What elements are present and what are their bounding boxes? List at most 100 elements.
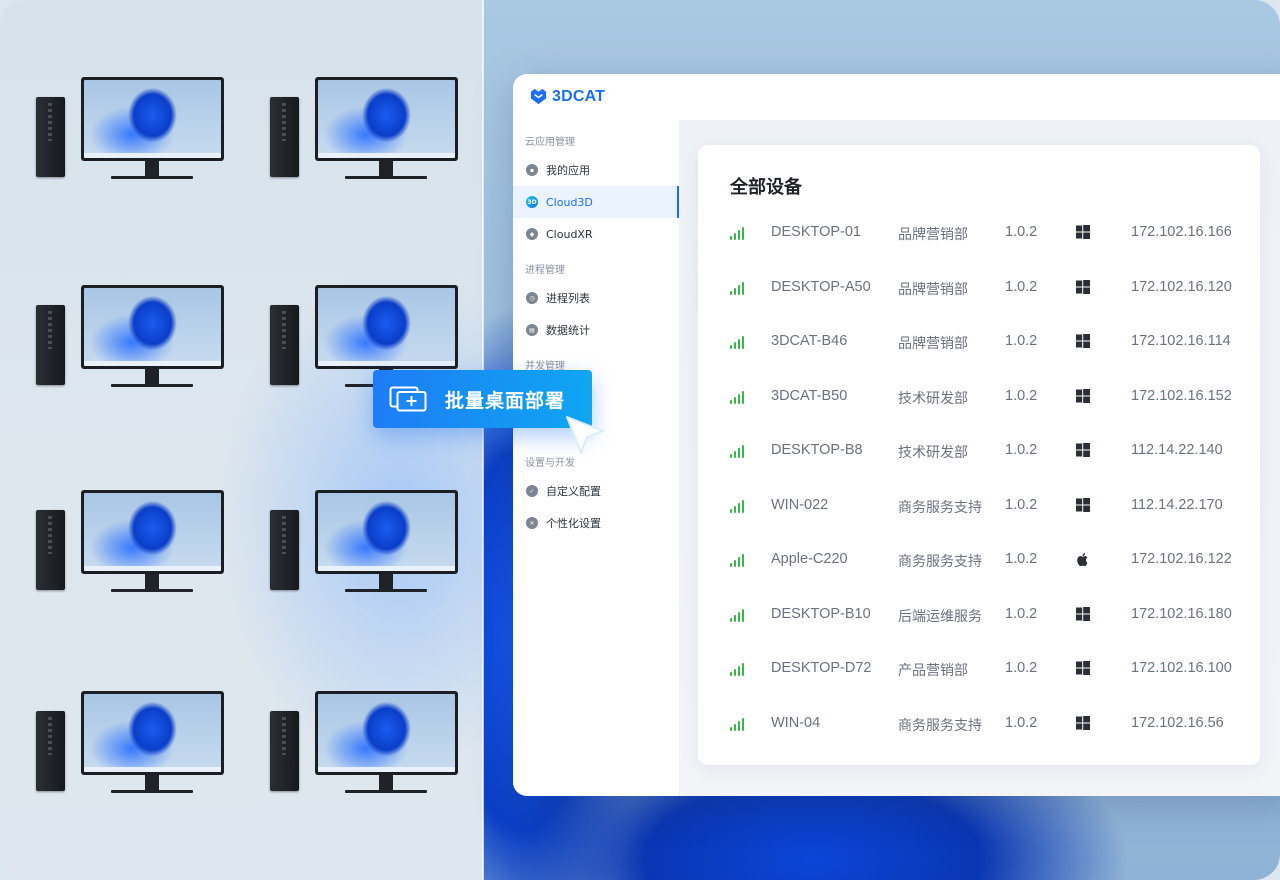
device-ip: 172.102.16.180 (1131, 605, 1232, 622)
device-ip: 112.14.22.140 (1131, 442, 1223, 458)
device-name: WIN-04 (771, 714, 821, 731)
windows-icon (1076, 606, 1090, 621)
pc-monitor (315, 77, 458, 161)
device-name: WIN-022 (771, 496, 829, 513)
pc-monitor (81, 77, 224, 161)
pc-screen (318, 80, 455, 158)
sidebar-item-statistics[interactable]: ▤ 数据统计 (513, 314, 679, 346)
pc-tower (36, 305, 65, 385)
sidebar-item-label: Cloud3D (546, 195, 593, 209)
apple-icon (1076, 552, 1090, 567)
pc-tower (36, 510, 65, 590)
signal-icon (730, 227, 744, 240)
pc-tower (270, 97, 299, 177)
sidebar-item-custom-config[interactable]: ✓ 自定义配置 (513, 475, 679, 507)
table-row[interactable]: DESKTOP-B10 后端运维服务 1.0.2 172.102.16.180 (698, 603, 1260, 627)
device-ip: 172.102.16.120 (1131, 278, 1232, 295)
device-name: 3DCAT-B50 (771, 387, 848, 404)
device-ip: 172.102.16.56 (1131, 714, 1224, 731)
device-ip: 172.102.16.122 (1131, 551, 1232, 567)
windows-icon (1076, 279, 1090, 294)
pc-monitor (315, 285, 458, 369)
grid-icon: ▪ (526, 164, 538, 176)
brand-logo[interactable]: 3DCAT (529, 87, 605, 106)
table-row[interactable]: WIN-04 商务服务支持 1.0.2 172.102.16.56 (698, 712, 1260, 736)
signal-icon (730, 445, 744, 458)
device-name: Apple-C220 (771, 551, 848, 567)
pc-monitor (315, 691, 458, 775)
sidebar-item-label: 我的应用 (546, 164, 590, 177)
monitor-stand (145, 369, 159, 385)
desktop-pc (36, 490, 236, 600)
device-department: 商务服务支持 (898, 717, 982, 734)
desktop-pc (270, 490, 470, 600)
sidebar-item-process-list[interactable]: ◷ 进程列表 (513, 282, 679, 314)
sidebar-item-cloud3d[interactable]: 3D Cloud3D (513, 186, 679, 218)
table-row[interactable]: 3DCAT-B50 技术研发部 1.0.2 172.102.16.152 (698, 385, 1260, 409)
pc-monitor (81, 691, 224, 775)
table-row[interactable]: DESKTOP-01 品牌营销部 1.0.2 172.102.16.166 (698, 221, 1260, 245)
sidebar-item-my-apps[interactable]: ▪ 我的应用 (513, 154, 679, 186)
table-row[interactable]: DESKTOP-A50 品牌营销部 1.0.2 172.102.16.120 (698, 276, 1260, 300)
desktop-fleet-panel (0, 0, 483, 880)
pc-tower (270, 305, 299, 385)
windows-icon (1076, 715, 1090, 730)
device-version: 1.0.2 (1005, 387, 1038, 404)
pc-screen (318, 288, 455, 366)
device-name: DESKTOP-D72 (771, 660, 872, 676)
monitor-stand-base (111, 384, 193, 387)
signal-icon (730, 336, 744, 349)
sidebar-section-title: 进程管理 (525, 265, 565, 276)
sidebar-item-personalization[interactable]: ✕ 个性化设置 (513, 507, 679, 539)
device-department: 商务服务支持 (898, 554, 982, 570)
3dcat-logo-icon (530, 88, 547, 105)
device-name: 3DCAT-B46 (771, 333, 848, 349)
pc-monitor (315, 490, 458, 574)
sidebar-item-label: CloudXR (546, 227, 593, 241)
table-row[interactable]: 3DCAT-B46 品牌营销部 1.0.2 172.102.16.114 (698, 330, 1260, 354)
monitor-stand (145, 574, 159, 590)
device-version: 1.0.2 (1005, 714, 1038, 731)
batch-deploy-button[interactable]: 批量桌面部署 (373, 370, 592, 428)
device-ip: 172.102.16.166 (1131, 224, 1232, 240)
table-row[interactable]: DESKTOP-B8 技术研发部 1.0.2 112.14.22.140 (698, 439, 1260, 463)
table-row[interactable]: Apple-C220 商务服务支持 1.0.2 172.102.16.122 (698, 548, 1260, 572)
device-name: DESKTOP-01 (771, 224, 861, 240)
signal-icon (730, 499, 744, 513)
signal-icon (730, 390, 744, 404)
sidebar-item-label: 数据统计 (546, 324, 590, 337)
device-department: 品牌营销部 (898, 281, 968, 298)
monitor-stand-base (345, 589, 427, 592)
device-version: 1.0.2 (1005, 278, 1038, 295)
page-title: 全部设备 (730, 177, 802, 198)
device-department: 品牌营销部 (898, 336, 968, 352)
device-name: DESKTOP-B8 (771, 442, 863, 458)
device-name: DESKTOP-B10 (771, 605, 871, 622)
cloud3d-icon: 3D (526, 196, 538, 208)
sidebar-item-cloudxr[interactable]: ◆ CloudXR (513, 218, 679, 250)
pc-monitor (81, 285, 224, 369)
monitor-stand (379, 574, 393, 590)
device-ip: 112.14.22.170 (1131, 496, 1223, 513)
signal-icon (730, 554, 744, 567)
table-row[interactable]: DESKTOP-D72 产品营销部 1.0.2 172.102.16.100 (698, 657, 1260, 681)
device-department: 后端运维服务 (898, 608, 982, 625)
windows-icon (1076, 661, 1090, 675)
pc-monitor (81, 490, 224, 574)
device-department: 技术研发部 (898, 390, 968, 407)
device-version: 1.0.2 (1005, 496, 1038, 513)
sidebar-item-label: 个性化设置 (546, 517, 601, 530)
promo-canvas: 3DCAT 云应用管理 ▪ 我的应用 3D Cloud3D ◆ CloudXR … (0, 0, 1280, 880)
device-department: 商务服务支持 (898, 499, 982, 516)
device-version: 1.0.2 (1005, 333, 1038, 349)
windows-icon (1076, 388, 1090, 403)
sidebar-item-label: 自定义配置 (546, 485, 601, 498)
device-ip: 172.102.16.100 (1131, 660, 1232, 676)
monitor-stand-base (345, 176, 427, 179)
cube-icon: ◆ (526, 228, 538, 240)
sidebar-item-label: 进程列表 (546, 292, 590, 305)
monitor-stand (379, 775, 393, 791)
batch-deploy-label: 批量桌面部署 (445, 390, 566, 412)
sidebar-section-title: 云应用管理 (525, 137, 575, 148)
table-row[interactable]: WIN-022 商务服务支持 1.0.2 112.14.22.170 (698, 494, 1260, 518)
